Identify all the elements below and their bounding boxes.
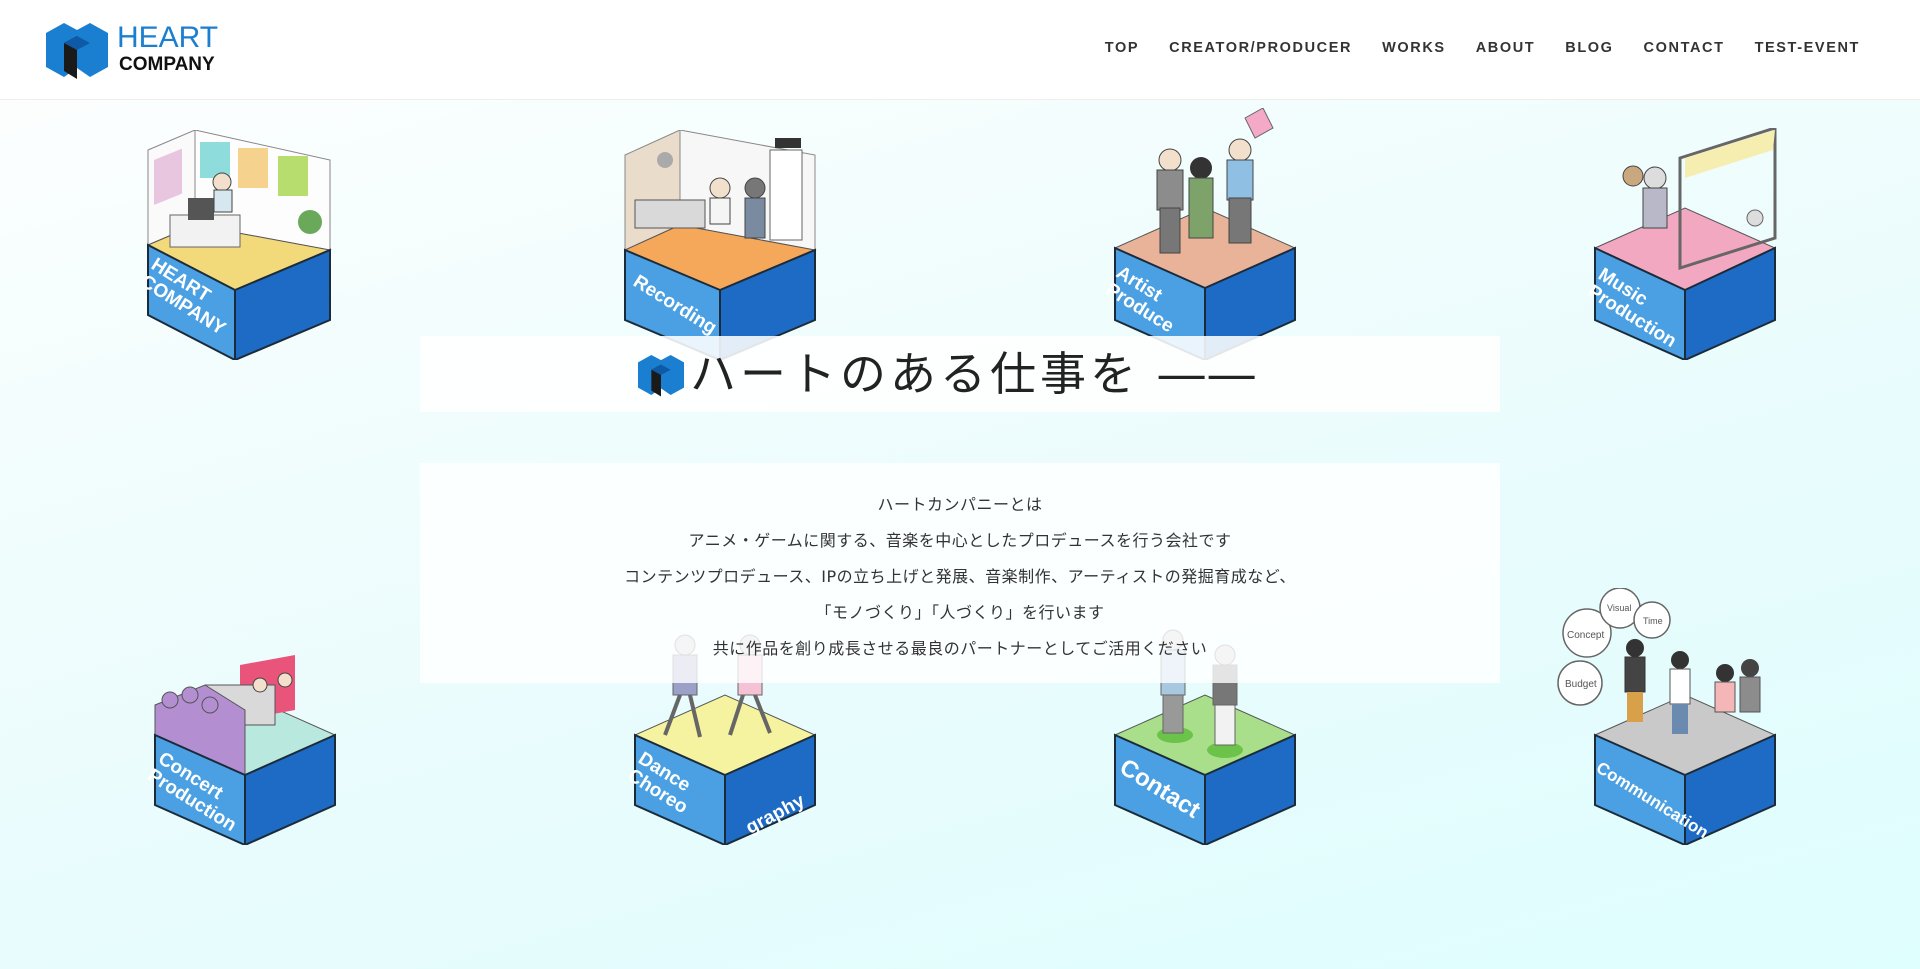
site-logo[interactable]: HEART COMPANY: [44, 19, 234, 81]
box-music-production[interactable]: Music Production: [1584, 128, 1785, 360]
nav-contact[interactable]: CONTACT: [1644, 40, 1725, 56]
heart-company-logo-icon: [46, 23, 108, 79]
description-line: 共に作品を創り成長させる最良のパートナーとしてご活用ください: [712, 639, 1208, 658]
svg-text:Concept: Concept: [1567, 630, 1604, 641]
svg-text:Time: Time: [1643, 616, 1663, 626]
office-illustration-icon: [146, 130, 332, 360]
nav-top[interactable]: TOP: [1105, 40, 1139, 56]
nav-creator-producer[interactable]: CREATOR/PRODUCER: [1169, 40, 1352, 56]
nav-test-event[interactable]: TEST-EVENT: [1755, 40, 1860, 56]
description-panel: ハートカンパニーとは アニメ・ゲームに関する、音楽を中心としたプロデュースを行う…: [420, 463, 1500, 683]
headline-panel: ハートのある仕事を ――: [420, 336, 1500, 412]
nav-about[interactable]: ABOUT: [1476, 40, 1536, 56]
description-line: アニメ・ゲームに関する、音楽を中心としたプロデュースを行う会社です: [688, 531, 1232, 550]
logo-word-heart: HEART: [117, 21, 219, 54]
box-recording[interactable]: Recording: [620, 130, 820, 360]
box-heart-company[interactable]: HEART COMPANY: [137, 130, 340, 360]
heart-company-mark-icon: [638, 354, 684, 397]
description-line: コンテンツプロデュース、IPの立ち上げと発展、音楽制作、アーティストの発掘育成な…: [624, 567, 1296, 586]
main-nav: TOP CREATOR/PRODUCER WORKS ABOUT BLOG CO…: [1075, 40, 1860, 56]
site-header: HEART COMPANY TOP CREATOR/PRODUCER WORKS…: [0, 0, 1920, 100]
svg-text:Budget: Budget: [1565, 679, 1597, 690]
description-line: ハートカンパニーとは: [877, 495, 1043, 514]
box-concert-production[interactable]: Concert Production: [144, 655, 345, 885]
nav-blog[interactable]: BLOG: [1565, 40, 1613, 56]
box-communication[interactable]: Concept Visual Time Budget Communication: [1545, 588, 1777, 845]
artists-illustration-icon: [1113, 108, 1297, 360]
concert-illustration-icon: [153, 655, 337, 845]
logo-word-company: COMPANY: [119, 54, 215, 75]
page-headline: ハートのある仕事を ――: [690, 347, 1259, 401]
nav-works[interactable]: WORKS: [1382, 40, 1446, 56]
studio-illustration-icon: [623, 130, 817, 360]
svg-text:Visual: Visual: [1607, 603, 1631, 613]
box-artist-produce[interactable]: Artist Produce: [1102, 108, 1305, 360]
description-line: 「モノづくり」「人づくり」を行います: [815, 603, 1105, 622]
